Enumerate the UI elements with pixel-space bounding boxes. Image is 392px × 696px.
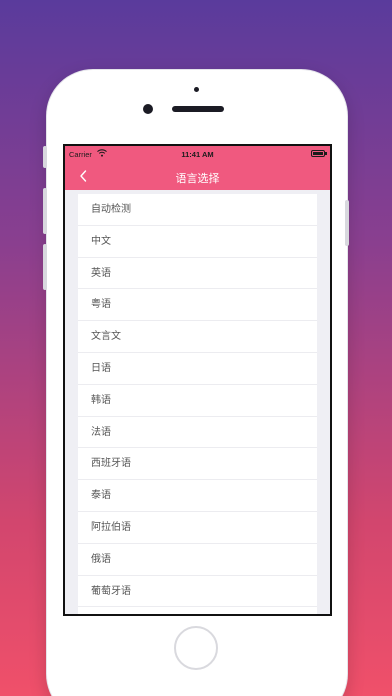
language-item-auto-detect[interactable]: 自动检测 xyxy=(78,194,317,226)
language-item-thai[interactable]: 泰语 xyxy=(78,480,317,512)
language-item-korean[interactable]: 韩语 xyxy=(78,385,317,417)
language-item-spanish[interactable]: 西班牙语 xyxy=(78,448,317,481)
language-item-russian[interactable]: 俄语 xyxy=(78,544,317,576)
earpiece-speaker xyxy=(172,106,224,112)
language-item-portuguese[interactable]: 葡萄牙语 xyxy=(78,576,317,608)
status-bar: Carrier 11:41 AM xyxy=(65,146,330,162)
screen: Carrier 11:41 AM 语言选择 自动检测 中文 英语 粤语 文言文 … xyxy=(63,144,332,616)
page-title: 语言选择 xyxy=(175,172,220,185)
language-item-english[interactable]: 英语 xyxy=(78,258,317,290)
language-item-classical-chinese[interactable]: 文言文 xyxy=(78,321,317,353)
battery-icon xyxy=(311,150,327,157)
language-item-french[interactable]: 法语 xyxy=(78,417,317,449)
status-time: 11:41 AM xyxy=(181,150,214,159)
language-item-japanese[interactable]: 日语 xyxy=(78,353,317,385)
mute-switch xyxy=(43,146,47,168)
home-button[interactable] xyxy=(174,626,218,670)
power-button xyxy=(345,200,349,246)
front-camera xyxy=(143,104,153,114)
volume-up-button xyxy=(43,188,47,234)
navigation-bar: 语言选择 xyxy=(65,162,330,190)
proximity-sensor xyxy=(194,87,199,92)
language-item-chinese[interactable]: 中文 xyxy=(78,226,317,258)
language-item-arabic[interactable]: 阿拉伯语 xyxy=(78,512,317,544)
language-item-cantonese[interactable]: 粤语 xyxy=(78,289,317,322)
volume-down-button xyxy=(43,244,47,290)
language-list: 自动检测 中文 英语 粤语 文言文 日语 韩语 法语 西班牙语 泰语 阿拉伯语 … xyxy=(78,194,317,614)
